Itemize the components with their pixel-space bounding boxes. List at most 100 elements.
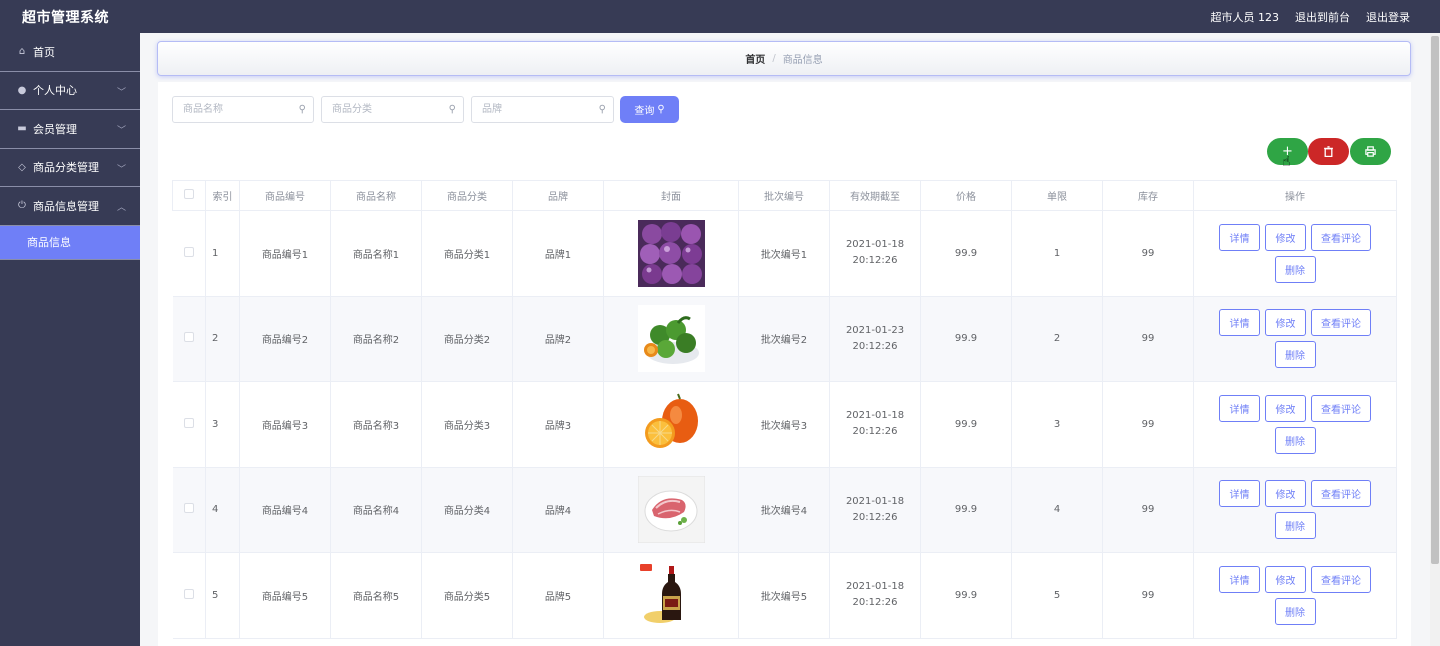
cell-actions: 详情 修改 查看评论 删除 (1193, 381, 1397, 468)
cell-brand: 品牌1 (512, 210, 604, 297)
view-comments-button[interactable]: 查看评论 (1311, 223, 1371, 251)
cell-batch: 批次编号2 (738, 296, 830, 382)
view-comments-button[interactable]: 查看评论 (1311, 309, 1371, 337)
cell-index: 4 (205, 467, 240, 553)
cell-name: 商品名称4 (330, 467, 422, 553)
chevron-up-icon: ︿ (116, 203, 126, 213)
cell-brand: 品牌4 (512, 467, 604, 553)
top-right-menu: 超市人员 123 退出到前台 退出登录 (1211, 9, 1411, 25)
cell-code: 商品编号5 (239, 552, 331, 639)
top-bar: 超市管理系统 超市人员 123 退出到前台 退出登录 (0, 0, 1440, 33)
home-icon: ⌂ (18, 46, 26, 58)
delete-button[interactable]: 删除 (1274, 341, 1316, 369)
cell-expiry: 2021-01-23 20:12:26 (829, 296, 921, 382)
table-row: 4 商品编号4 商品名称4 商品分类4 品牌4 批次编号4 2021-01-18… (172, 467, 1397, 553)
cell-category: 商品分类1 (421, 210, 513, 297)
edit-button[interactable]: 修改 (1265, 309, 1306, 337)
cell-code: 商品编号3 (239, 381, 331, 468)
id-card-icon: ▬ (17, 123, 27, 135)
table-row: 3 商品编号3 商品名称3 商品分类3 品牌3 批次编号3 2021-01-18… (172, 381, 1397, 468)
cell-cover (603, 467, 739, 553)
cell-actions: 详情 修改 查看评论 删除 (1193, 296, 1397, 382)
table-row: 1 商品编号1 商品名称1 商品分类1 品牌1 批次编号1 2021-01-18… (172, 210, 1397, 297)
sidebar-subitem-product-info[interactable]: 商品信息 (0, 225, 140, 260)
cell-category: 商品分类5 (421, 552, 513, 639)
row-checkbox[interactable] (183, 503, 194, 514)
column-header: 封面 (603, 180, 739, 211)
brand-search-input[interactable]: 品牌 ⚲ (471, 96, 614, 123)
column-header: 有效期截至 (829, 180, 921, 211)
sidebar-item-categories[interactable]: ◇ 商品分类管理 ﹀ (0, 149, 140, 187)
row-checkbox[interactable] (183, 332, 194, 343)
table-header-row: 索引 商品编号 商品名称 商品分类 品牌 封面 批次编号 有效期截至 价格 单限… (172, 180, 1397, 211)
search-button[interactable]: 查询 ⚲ (620, 96, 679, 123)
cell-stock: 99 (1102, 381, 1194, 468)
detail-button[interactable]: 详情 (1219, 565, 1260, 593)
tag-icon: ◇ (18, 161, 26, 173)
sidebar: ⌂ 首页 ● 个人中心 ﹀ ▬ 会员管理 ﹀ ◇ 商品分类管理 ﹀ ⏻ 商品信息… (0, 33, 140, 646)
breadcrumb-current: 商品信息 (782, 55, 823, 66)
cell-batch: 批次编号3 (738, 381, 830, 468)
sidebar-item-home[interactable]: ⌂ 首页 (0, 33, 140, 72)
batch-delete-button[interactable] (1308, 138, 1349, 165)
user-icon: ● (17, 84, 27, 96)
cell-price: 99.9 (920, 210, 1012, 297)
cell-index: 1 (205, 210, 240, 297)
cell-batch: 批次编号1 (738, 210, 830, 297)
cell-actions: 详情 修改 查看评论 删除 (1193, 210, 1397, 297)
delete-button[interactable]: 删除 (1274, 255, 1316, 283)
edit-button[interactable]: 修改 (1265, 565, 1306, 593)
product-category-search-input[interactable]: 商品分类 ⚲ (321, 96, 464, 123)
detail-button[interactable]: 详情 (1219, 223, 1260, 251)
delete-button[interactable]: 删除 (1274, 426, 1316, 454)
product-name-search-input[interactable]: 商品名称 ⚲ (172, 96, 314, 123)
cell-price: 99.9 (920, 381, 1012, 468)
cell-name: 商品名称3 (330, 381, 422, 468)
search-icon: ⚲ (657, 104, 665, 115)
cell-code: 商品编号2 (239, 296, 331, 382)
sidebar-item-profile[interactable]: ● 个人中心 ﹀ (0, 72, 140, 110)
cell-cover (603, 210, 739, 297)
cell-price: 99.9 (920, 296, 1012, 382)
row-checkbox[interactable] (183, 588, 194, 599)
select-all-checkbox[interactable] (184, 189, 194, 199)
cell-index: 5 (205, 552, 240, 639)
search-placeholder: 品牌 (482, 104, 502, 115)
cell-batch: 批次编号4 (738, 467, 830, 553)
column-header: 库存 (1102, 180, 1194, 211)
breadcrumb-home[interactable]: 首页 (745, 51, 765, 66)
detail-button[interactable]: 详情 (1219, 309, 1260, 337)
delete-button[interactable]: 删除 (1274, 512, 1316, 540)
user-label: 超市人员 123 (1210, 11, 1280, 24)
cell-expiry: 2021-01-18 20:12:26 (829, 210, 921, 297)
select-all-cell[interactable] (172, 180, 206, 211)
cell-index: 2 (205, 296, 240, 382)
detail-button[interactable]: 详情 (1219, 480, 1260, 508)
cell-stock: 99 (1102, 296, 1194, 382)
row-checkbox[interactable] (183, 246, 194, 257)
detail-button[interactable]: 详情 (1219, 394, 1260, 422)
edit-button[interactable]: 修改 (1265, 480, 1306, 508)
back-to-front-link[interactable]: 退出到前台 (1295, 9, 1350, 25)
column-header: 单限 (1011, 180, 1103, 211)
sidebar-item-products[interactable]: ⏻ 商品信息管理 ︿ (0, 187, 140, 226)
sidebar-item-members[interactable]: ▬ 会员管理 ﹀ (0, 110, 140, 149)
view-comments-button[interactable]: 查看评论 (1311, 565, 1371, 593)
search-icon: ⚲ (298, 104, 306, 115)
table-row: 2 商品编号2 商品名称2 商品分类2 品牌2 批次编号2 2021-01-23… (172, 296, 1397, 382)
print-button[interactable] (1350, 138, 1391, 165)
view-comments-button[interactable]: 查看评论 (1311, 394, 1371, 422)
logout-link[interactable]: 退出登录 (1366, 9, 1410, 25)
cell-actions: 详情 修改 查看评论 删除 (1193, 467, 1397, 553)
search-icon: ⚲ (448, 104, 456, 115)
cell-stock: 99 (1102, 467, 1194, 553)
cover-image-oranges (637, 390, 705, 458)
sidebar-item-label: 商品信息管理 (33, 199, 99, 213)
edit-button[interactable]: 修改 (1265, 394, 1306, 422)
scrollbar-thumb[interactable] (1431, 36, 1439, 564)
view-comments-button[interactable]: 查看评论 (1311, 480, 1371, 508)
delete-button[interactable]: 删除 (1274, 597, 1316, 625)
edit-button[interactable]: 修改 (1265, 223, 1306, 251)
column-header: 品牌 (512, 180, 604, 211)
row-checkbox[interactable] (183, 417, 194, 428)
